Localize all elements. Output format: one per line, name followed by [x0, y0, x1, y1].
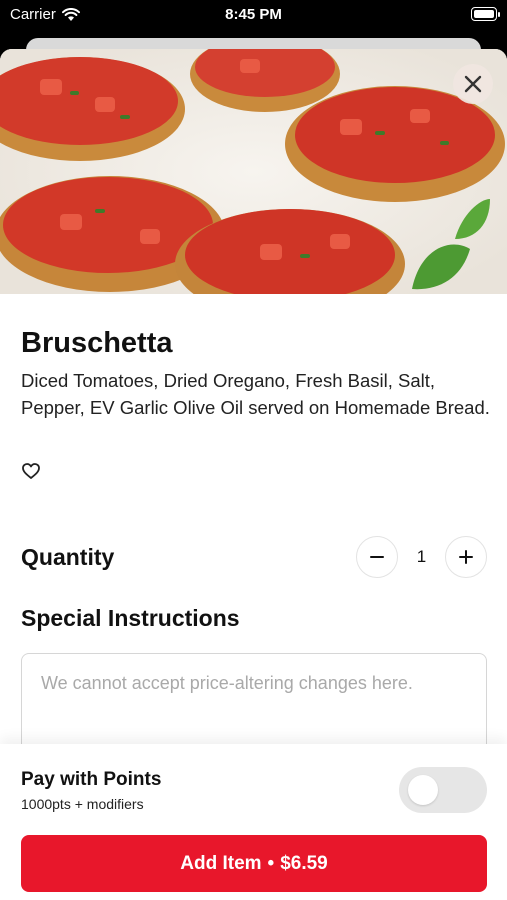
- toggle-knob: [408, 775, 438, 805]
- close-icon: [464, 75, 482, 93]
- close-button[interactable]: [453, 64, 493, 104]
- status-time: 8:45 PM: [225, 6, 282, 23]
- item-title: Bruschetta: [21, 327, 173, 359]
- favorite-button[interactable]: [21, 461, 41, 481]
- item-detail-sheet: Bruschetta Diced Tomatoes, Dried Oregano…: [0, 49, 507, 900]
- add-item-label: Add Item: [180, 852, 262, 874]
- quantity-label: Quantity: [21, 544, 115, 570]
- special-instructions-label: Special Instructions: [21, 605, 240, 631]
- heart-icon: [22, 463, 40, 479]
- item-description: Diced Tomatoes, Dried Oregano, Fresh Bas…: [21, 370, 490, 418]
- minus-icon: [370, 556, 384, 558]
- item-photo: [0, 49, 507, 294]
- status-bar: Carrier 8:45 PM: [0, 0, 507, 30]
- decrease-quantity-button[interactable]: [356, 536, 398, 578]
- pay-with-points-toggle[interactable]: [399, 767, 487, 813]
- battery-icon: [471, 7, 500, 21]
- increase-quantity-button[interactable]: [445, 536, 487, 578]
- add-item-price: $6.59: [280, 852, 328, 874]
- plus-icon: [459, 550, 473, 564]
- points-cost: 1000pts + modifiers: [21, 796, 144, 812]
- add-item-button[interactable]: Add Item • $6.59: [21, 835, 487, 892]
- add-item-separator: •: [267, 852, 275, 874]
- checkout-footer: Pay with Points 1000pts + modifiers Add …: [0, 744, 507, 900]
- quantity-value: 1: [416, 547, 427, 566]
- pay-with-points-label: Pay with Points: [21, 769, 162, 790]
- quantity-stepper: 1: [356, 536, 487, 578]
